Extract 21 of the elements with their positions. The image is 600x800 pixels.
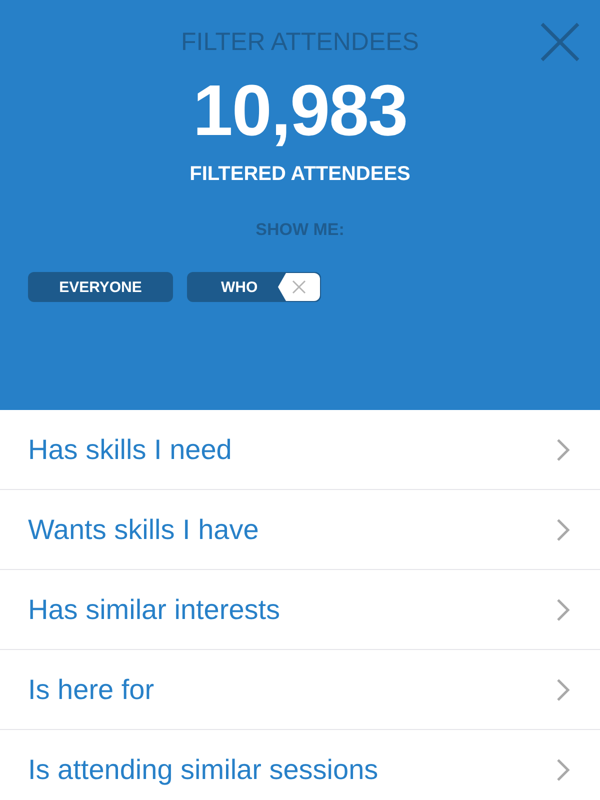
- close-icon: [540, 22, 580, 62]
- close-icon: [292, 280, 306, 294]
- filter-chip[interactable]: WHO: [187, 272, 321, 302]
- chevron-right-icon: [556, 438, 570, 462]
- chip-label: WHO: [221, 278, 258, 296]
- chip-label: EVERYONE: [59, 278, 142, 296]
- chevron-right-icon: [556, 598, 570, 622]
- count-label: FILTERED ATTENDEES: [190, 163, 410, 186]
- filter-option[interactable]: Has similar interests: [0, 570, 600, 650]
- chevron-right-icon: [556, 758, 570, 782]
- filter-option[interactable]: Is here for: [0, 650, 600, 730]
- filter-chip[interactable]: EVERYONE: [28, 272, 173, 302]
- screen-title: FILTER ATTENDEES: [180, 28, 419, 57]
- remove-chip-button[interactable]: [278, 273, 320, 301]
- filter-option[interactable]: Is attending similar sessions: [0, 730, 600, 800]
- filter-option[interactable]: Has skills I need: [0, 410, 600, 490]
- filter-option[interactable]: Wants skills I have: [0, 490, 600, 570]
- chevron-right-icon: [556, 678, 570, 702]
- show-me-label: SHOW ME:: [256, 220, 344, 240]
- attendee-count: 10,983: [192, 75, 408, 147]
- chevron-right-icon: [556, 518, 570, 542]
